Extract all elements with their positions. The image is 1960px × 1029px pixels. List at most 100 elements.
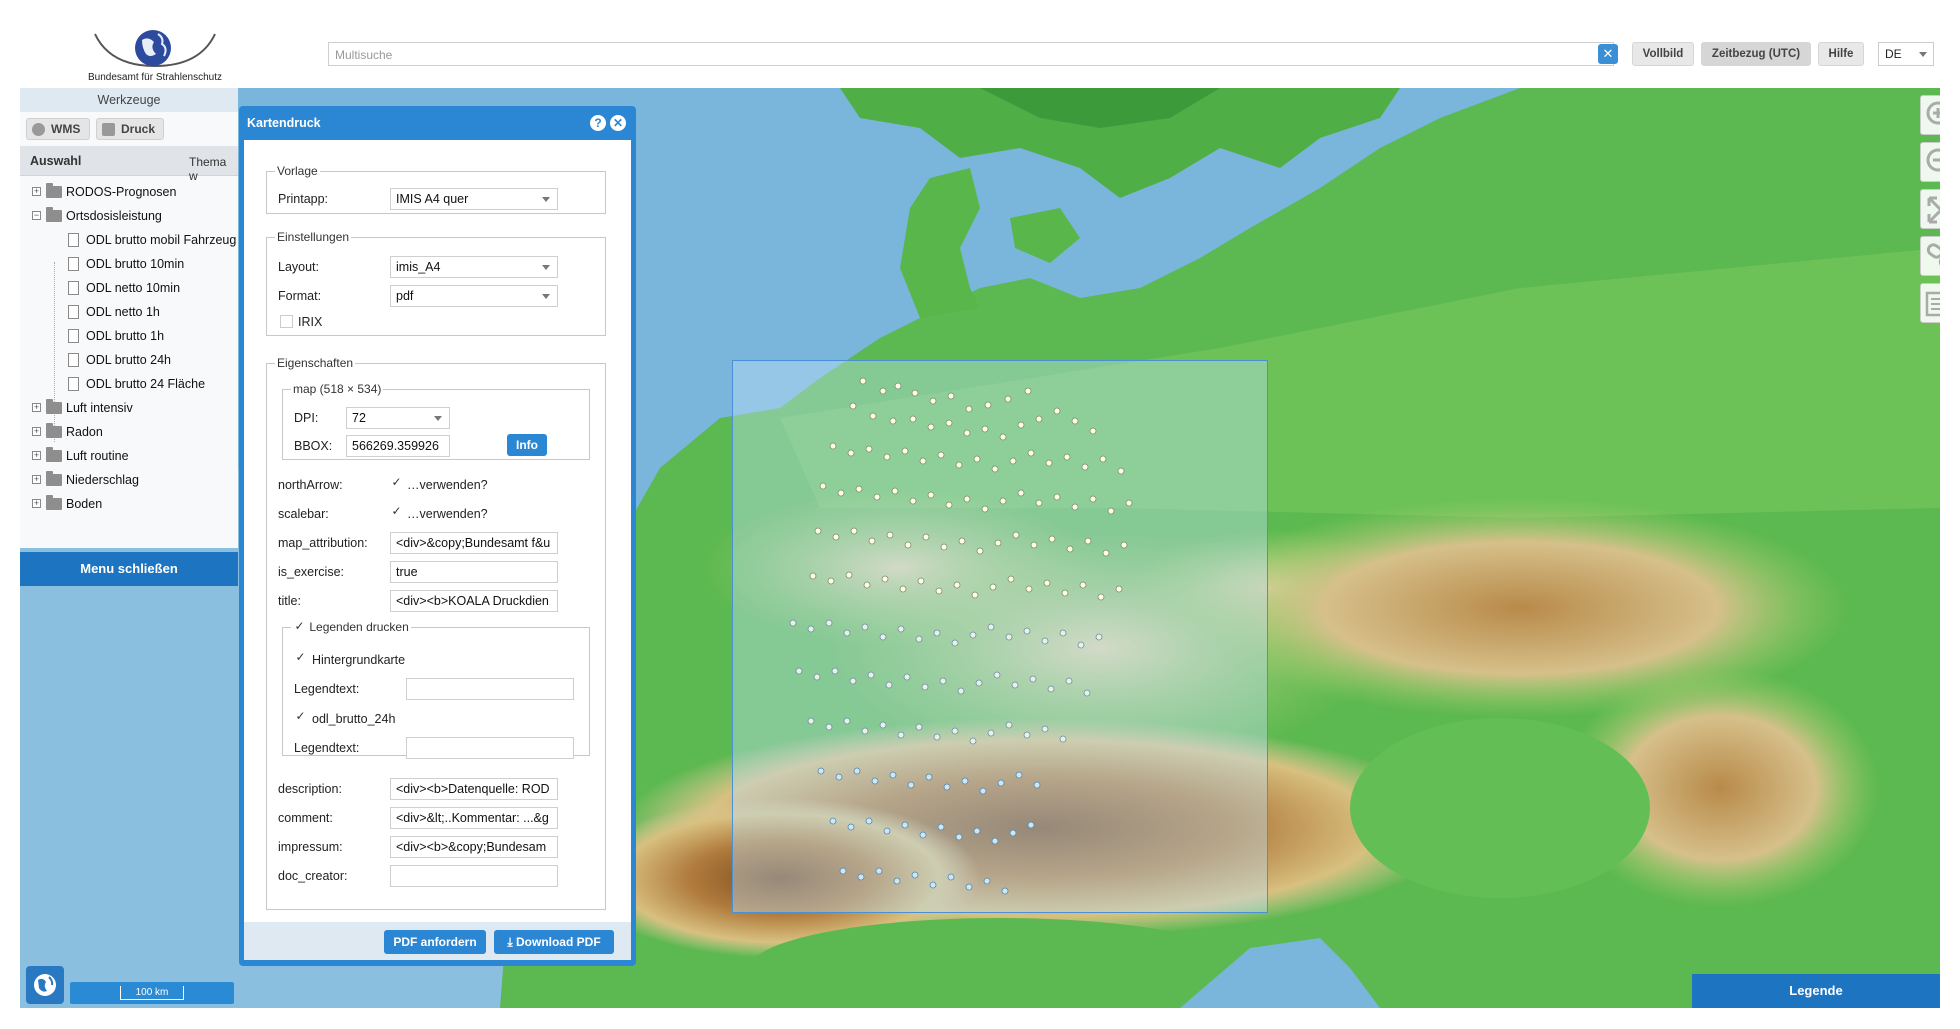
tree-layer-odl-brutto-24-flaeche[interactable]: ODL brutto 24 Fläche [20,372,238,396]
fullscreen-icon[interactable] [1920,189,1940,229]
is-exercise-field[interactable]: true [390,561,558,583]
dpi-label: DPI: [294,411,319,425]
tree-layer-odl-brutto-10min[interactable]: ODL brutto 10min [20,252,238,276]
column-selection[interactable]: Auswahl [30,154,81,168]
layout-select[interactable]: imis_A4 [390,256,558,278]
scalebar-checkbox[interactable]: ✓ [390,505,403,519]
expand-icon[interactable]: + [32,187,41,196]
print-button[interactable]: Druck [96,118,164,140]
bbox-field[interactable]: 566269.359926 [346,435,450,457]
close-menu-button[interactable]: Menu schließen [20,552,238,586]
legend-text-label: Legendtext: [294,741,360,755]
chevron-down-icon [542,265,550,270]
fullscreen-button[interactable]: Vollbild [1632,42,1694,66]
impressum-field[interactable]: <div><b>&copy;Bundesam [390,836,558,858]
odl-layer-label: odl_brutto_24h [312,712,396,726]
tools-panel: Werkzeuge WMS Druck Auswahl Thema w + RO… [20,88,238,548]
dialog-footer: PDF anfordern ⤓ Download PDF [244,922,631,960]
legend-text-label: Legendtext: [294,682,360,696]
print-dialog: Kartendruck ? ✕ Vorlage Printapp: IMIS A… [239,106,636,966]
help-icon[interactable]: ? [590,115,606,131]
irix-checkbox[interactable] [280,315,293,328]
info-button[interactable]: Info [507,434,547,456]
tree-layer-odl-brutto-24h[interactable]: ODL brutto 24h [20,348,238,372]
tree-label: Boden [66,497,103,511]
expand-icon[interactable]: + [32,499,41,508]
doc-creator-field[interactable] [390,865,558,887]
folder-icon [46,471,62,486]
tree-folder-niederschlag[interactable]: + Niederschlag [20,468,238,492]
layer-icon [68,329,79,343]
north-arrow-checkbox[interactable]: ✓ [390,476,403,490]
layer-list-icon[interactable] [1920,283,1940,323]
map-attribution-field[interactable]: <div>&copy;Bundesamt f&u [390,532,558,554]
tree-folder-luft-routine[interactable]: + Luft routine [20,444,238,468]
fieldset-legend: Einstellungen [277,230,350,244]
folder-icon [46,399,62,414]
tree-label: Luft intensiv [66,401,133,415]
close-icon[interactable]: ✕ [610,115,626,131]
legend-button[interactable]: Legende [1692,974,1940,1008]
zoom-in-icon[interactable] [1920,95,1940,135]
expand-icon[interactable]: + [32,427,41,436]
print-extent[interactable] [732,360,1268,913]
globe-icon [32,123,45,136]
clear-search-icon[interactable]: ✕ [1598,44,1618,64]
wms-button[interactable]: WMS [26,118,90,140]
search-input[interactable]: Multisuche [328,42,1614,66]
help-button[interactable]: Hilfe [1818,42,1864,66]
column-theme[interactable]: Thema w [189,155,238,183]
time-reference-button[interactable]: Zeitbezug (UTC) [1701,42,1811,66]
folder-icon [46,447,62,462]
tree-layer-odl-mobil[interactable]: ODL brutto mobil Fahrzeug [20,228,238,252]
title-field[interactable]: <div><b>KOALA Druckdien [390,590,558,612]
tree-folder-boden[interactable]: + Boden [20,492,238,516]
impressum-label: impressum: [278,840,343,854]
collapse-icon[interactable]: − [32,211,41,220]
language-select[interactable]: DE [1878,42,1934,66]
tree-folder-ortsdosisleistung[interactable]: − Ortsdosisleistung [20,204,238,228]
org-name: Bundesamt für Strahlenschutz [88,72,222,83]
zoom-out-icon[interactable] [1920,142,1940,182]
folder-icon [46,423,62,438]
expand-icon[interactable]: + [32,475,41,484]
expand-icon[interactable]: + [32,403,41,412]
is-exercise-label: is_exercise: [278,565,344,579]
format-select[interactable]: pdf [390,285,558,307]
printapp-select[interactable]: IMIS A4 quer [390,188,558,210]
tree-label: ODL brutto 10min [86,257,185,271]
background-map-label: Hintergrundkarte [312,653,406,667]
legends-checkbox[interactable]: ✓ [293,620,306,635]
tree-folder-rodos[interactable]: + RODOS-Prognosen [20,180,238,204]
map-attribution-label: map_attribution: [278,536,368,550]
description-field[interactable]: <div><b>Datenquelle: ROD [390,778,558,800]
chevron-down-icon [434,416,442,421]
wms-button-label: WMS [51,122,81,136]
tree-folder-radon[interactable]: + Radon [20,420,238,444]
request-pdf-button[interactable]: PDF anfordern [384,930,486,954]
bfs-logo [94,30,216,68]
dpi-select[interactable]: 72 [346,407,450,429]
tree-folder-luft-intensiv[interactable]: + Luft intensiv [20,396,238,420]
tree-layer-odl-netto-1h[interactable]: ODL netto 1h [20,300,238,324]
tree-layer-odl-netto-10min[interactable]: ODL netto 10min [20,276,238,300]
tree-label: ODL brutto 24h [86,353,172,367]
chevron-down-icon [542,197,550,202]
layer-icon [68,281,79,295]
doc-creator-label: doc_creator: [278,869,348,883]
scalebar-text: …verwenden? [407,507,488,521]
legend-text-field[interactable] [406,678,574,700]
expand-icon[interactable]: + [32,451,41,460]
title-label: title: [278,594,301,608]
odl-layer-checkbox[interactable]: ✓ [294,710,307,724]
tree-layer-odl-brutto-1h[interactable]: ODL brutto 1h [20,324,238,348]
printapp-label: Printapp: [278,192,329,206]
globe-icon[interactable] [26,966,64,1004]
background-map-checkbox[interactable]: ✓ [294,651,307,665]
layer-icon [68,353,79,367]
comment-field[interactable]: <div>&lt;..Kommentar: ...&g [390,807,558,829]
link-icon[interactable] [1920,236,1940,276]
format-value: pdf [396,289,414,303]
legend-text-field[interactable] [406,737,574,759]
download-pdf-button[interactable]: ⤓ Download PDF [494,930,614,954]
